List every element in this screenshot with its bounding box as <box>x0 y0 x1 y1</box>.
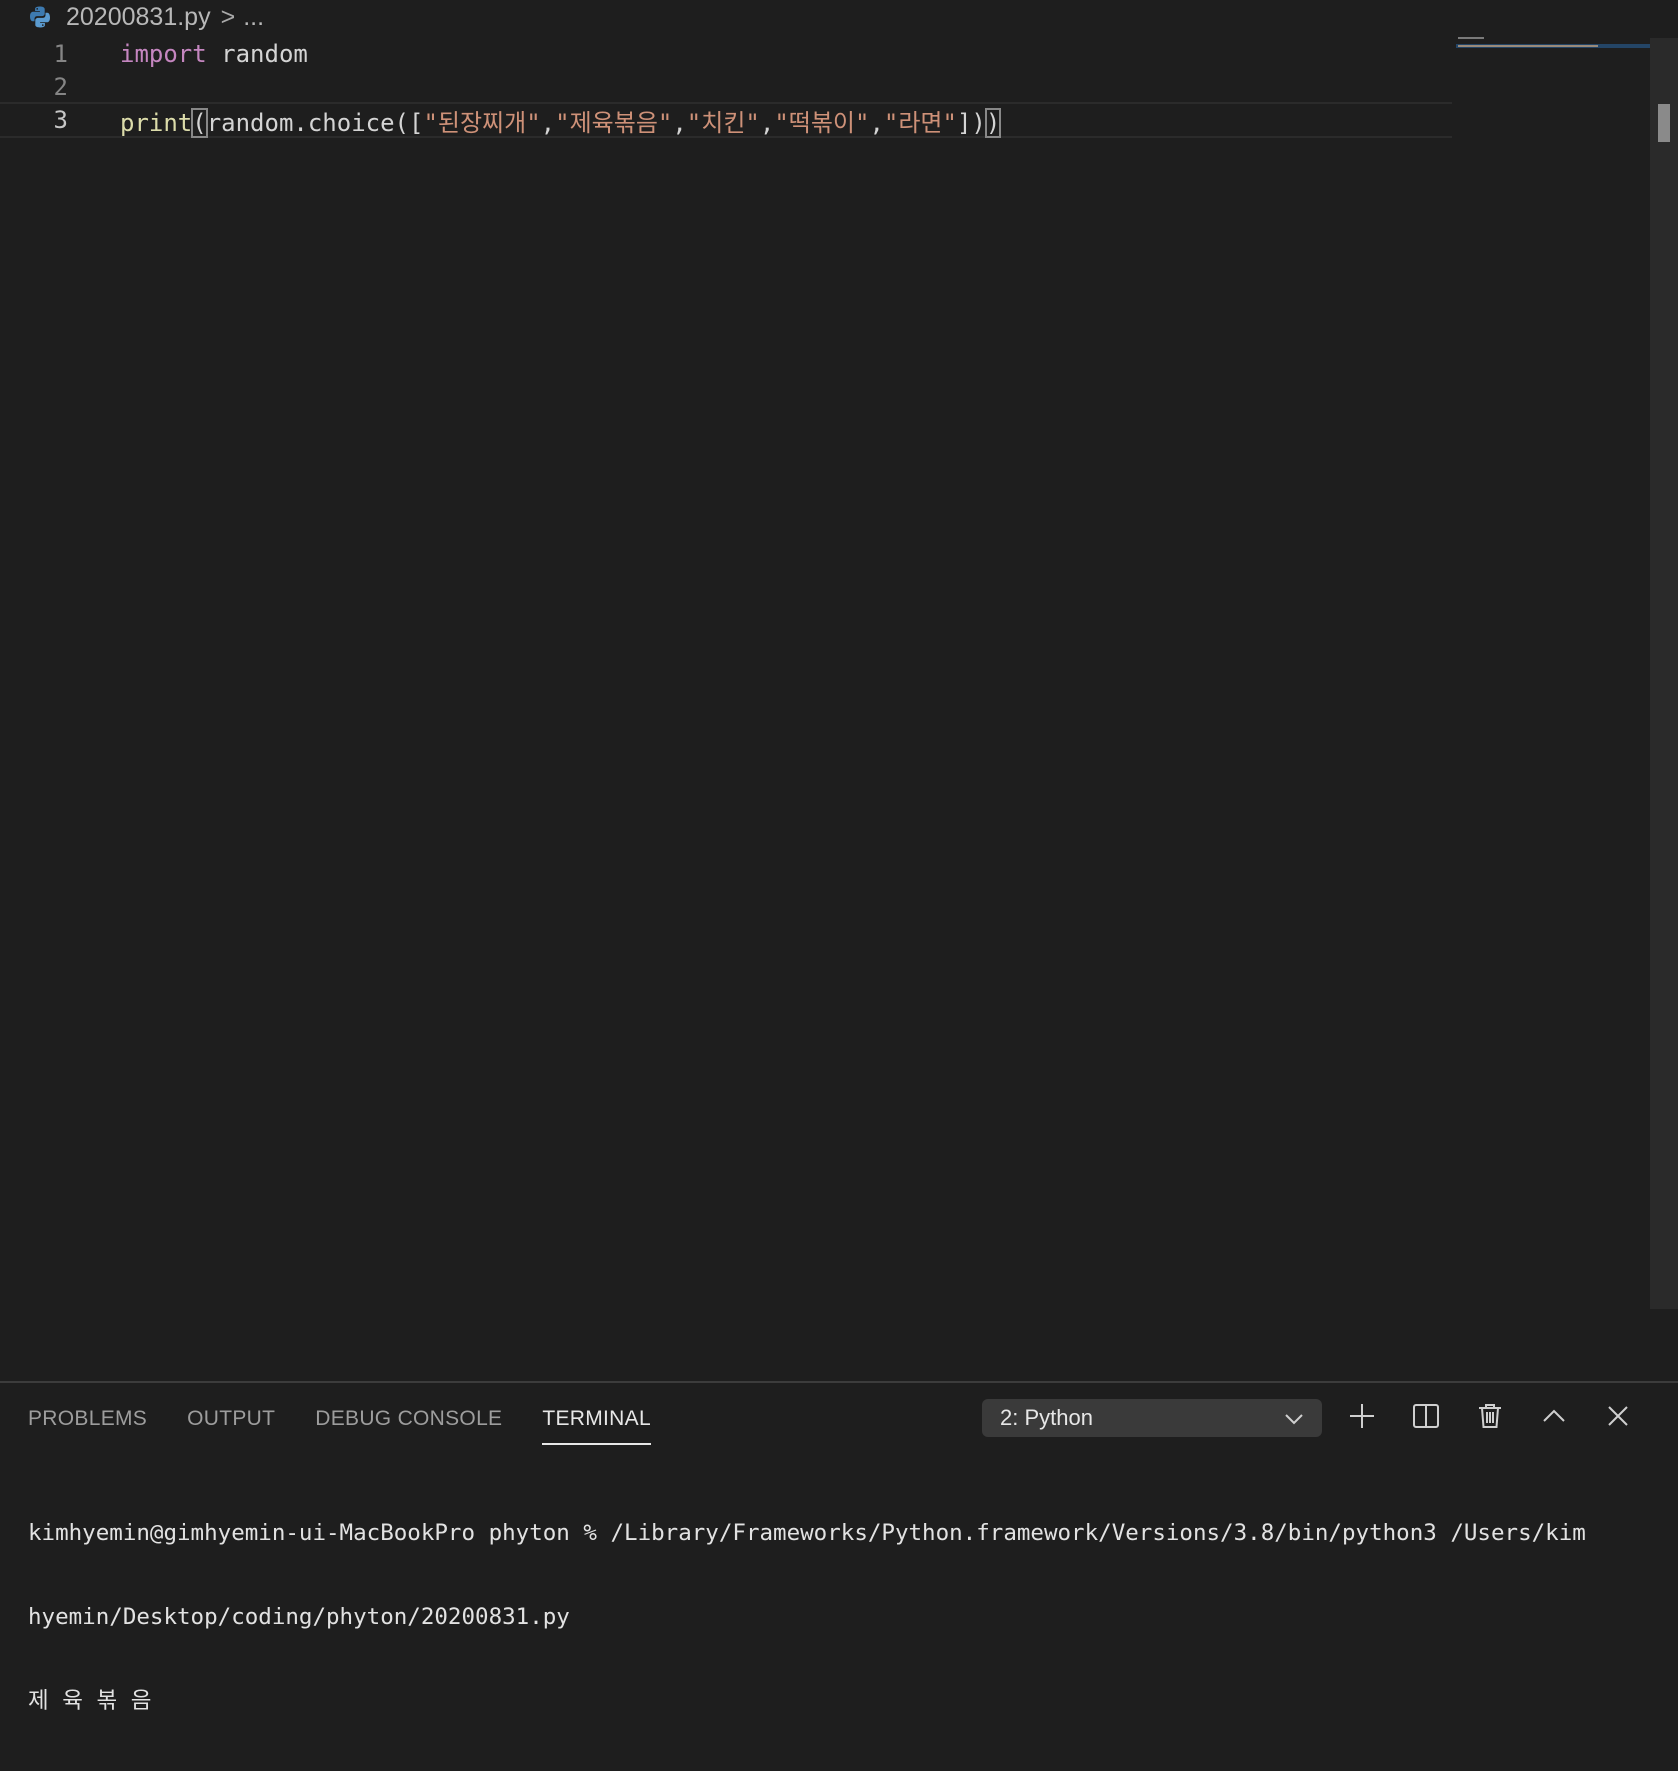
code-token: "된장찌개" <box>423 108 541 137</box>
matching-bracket: ( <box>191 107 208 138</box>
breadcrumb-symbols[interactable]: ... <box>243 3 264 32</box>
chevron-up-icon[interactable] <box>1540 1401 1568 1431</box>
terminal-line: 제 육 볶 음 <box>28 1688 152 1714</box>
breadcrumb-separator: > <box>220 2 236 31</box>
python-file-icon <box>28 5 52 29</box>
panel-tabs: PROBLEMS OUTPUT DEBUG CONSOLE TERMINAL <box>28 1407 651 1445</box>
code-token: ]) <box>956 108 986 137</box>
terminal-output[interactable]: kimhyemin@gimhyemin-ui-MacBookPro phyton… <box>28 1463 1652 1771</box>
add-icon[interactable] <box>1348 1401 1376 1431</box>
code-editor[interactable]: 1 import random 2 3 print(random.choice(… <box>0 36 1650 1381</box>
bottom-panel: PROBLEMS OUTPUT DEBUG CONSOLE TERMINAL 2… <box>0 1381 1678 1714</box>
code-token: print <box>120 108 193 137</box>
chevron-down-icon <box>1284 1405 1304 1431</box>
code-token: "라면" <box>883 108 957 137</box>
terminal-select-value: 2: Python <box>1000 1405 1093 1430</box>
breadcrumb-file[interactable]: 20200831.py <box>66 3 211 32</box>
code-token: import <box>120 40 207 68</box>
panel-actions <box>1348 1401 1632 1431</box>
code-token: , <box>869 108 884 137</box>
tab-problems[interactable]: PROBLEMS <box>28 1407 147 1445</box>
vertical-scrollbar[interactable] <box>1650 38 1678 1309</box>
code-line-1[interactable]: 1 import random <box>0 36 1452 72</box>
code-token: "제육볶음" <box>555 108 673 137</box>
minimap-line <box>1458 37 1484 39</box>
matching-bracket: ) <box>984 107 1002 138</box>
code-token: "떡볶이" <box>774 108 870 137</box>
tab-debug-console[interactable]: DEBUG CONSOLE <box>315 1407 502 1445</box>
code-token: , <box>540 108 556 137</box>
split-icon[interactable] <box>1412 1401 1440 1431</box>
code-line-3[interactable]: 3 print(random.choice(["된장찌개","제육볶음","치킨… <box>0 102 1452 138</box>
tab-terminal[interactable]: TERMINAL <box>542 1407 651 1445</box>
code-line-2[interactable]: 2 <box>0 69 1452 105</box>
code-token: , <box>759 108 775 137</box>
tab-output[interactable]: OUTPUT <box>187 1407 275 1445</box>
terminal-line: kimhyemin@gimhyemin-ui-MacBookPro phyton… <box>28 1520 1586 1546</box>
line-number: 2 <box>53 73 68 101</box>
line-number: 1 <box>53 40 68 68</box>
code-token: random <box>206 40 308 68</box>
minimap-line <box>1458 45 1598 47</box>
terminal-select[interactable]: 2: Python <box>982 1399 1322 1437</box>
scrollbar-thumb[interactable] <box>1658 104 1670 142</box>
code-token: "치킨" <box>686 108 760 137</box>
code-token: , <box>672 108 687 137</box>
code-token: random.choice([ <box>206 108 424 137</box>
trash-icon[interactable] <box>1476 1401 1504 1431</box>
minimap[interactable] <box>1456 36 1651 56</box>
breadcrumb: 20200831.py > ... <box>0 0 1640 34</box>
close-icon[interactable] <box>1604 1401 1632 1431</box>
terminal-line: hyemin/Desktop/coding/phyton/20200831.py <box>28 1604 570 1630</box>
line-number: 3 <box>53 106 68 134</box>
